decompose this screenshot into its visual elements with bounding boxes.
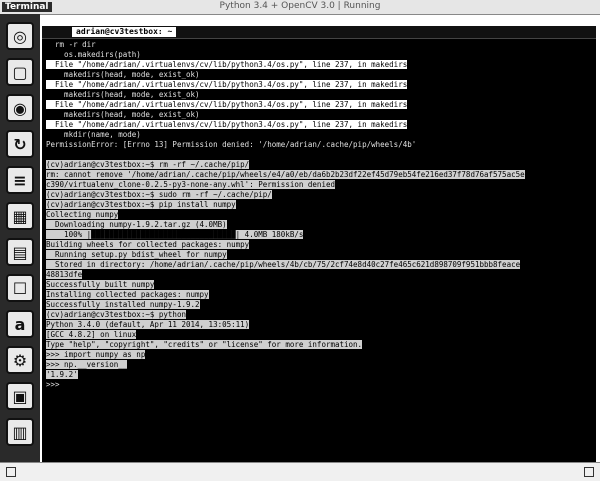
terminal-line: Installing collected packages: numpy [46,290,209,299]
terminal-line: 48813dfe [46,270,83,279]
terminal-line: Running setup.py bdist_wheel for numpy [46,250,227,259]
terminal-line: (cv)adrian@cv3testbox:~$ sudo rm -rf ~/.… [46,190,272,199]
terminal-line: Collecting numpy [46,210,119,219]
terminal-line: rm: cannot remove '/home/adrian/.cache/p… [46,170,525,179]
terminal-window[interactable]: adrian@cv3testbox: ~ rm -r dir os.makedi… [42,26,596,462]
window-title-bar: Python 3.4 + OpenCV 3.0 | Running [0,0,600,15]
terminal-line: Python 3.4.0 (default, Apr 11 2014, 13:0… [46,320,250,329]
launcher-sidebar: ◎ ▢ ◉ ↻ ≡ ▦ ▤ ☐ a ⚙ ▣ ▥ [0,14,40,462]
terminal-line: os.makedirs(path) [46,50,141,59]
terminal-line: Downloading numpy-1.9.2.tar.gz (4.0MB) [46,220,227,229]
terminal-line: c390/virtualenv_clone-0.2.5-py3-none-any… [46,180,335,189]
bag-icon[interactable]: ☐ [6,274,34,302]
bottom-left-button[interactable] [6,467,16,477]
terminal-line: (cv)adrian@cv3testbox:~$ python [46,310,186,319]
terminal-line: (cv)adrian@cv3testbox:~$ rm -rf ~/.cache… [46,160,250,169]
terminal-line: >>> [46,380,65,389]
browser-icon[interactable]: ◉ [6,94,34,122]
terminal-label: Terminal [2,2,52,12]
terminal-line: Type "help", "copyright", "credits" or "… [46,340,363,349]
terminal-icon[interactable]: ▣ [6,382,34,410]
terminal-line: makedirs(head, mode, exist_ok) [46,90,200,99]
folder-icon[interactable]: ▢ [6,58,34,86]
document-icon[interactable]: ≡ [6,166,34,194]
terminal-line: PermissionError: [Errno 13] Permission d… [46,140,417,149]
trash-icon[interactable]: ▥ [6,418,34,446]
terminal-line: Successfully installed numpy-1.9.2 [46,300,200,309]
terminal-line: >>> np.__version__ [46,360,128,369]
terminal-line: '1.9.2' [46,370,78,379]
bottom-bar [0,462,600,481]
terminal-line: File "/home/adrian/.virtualenvs/cv/lib/p… [46,100,408,109]
sync-icon[interactable]: ↻ [6,130,34,158]
terminal-line: Stored in directory: /home/adrian/.cache… [46,260,521,269]
terminal-line: makedirs(head, mode, exist_ok) [46,70,200,79]
terminal-line: Building wheels for collected packages: … [46,240,250,249]
tab-terminal[interactable]: adrian@cv3testbox: ~ [72,27,177,37]
terminal-output[interactable]: rm -r dir os.makedirs(path) File "/home/… [46,40,592,462]
spreadsheet-icon[interactable]: ▦ [6,202,34,230]
dash-icon[interactable]: ◎ [6,22,34,50]
terminal-line: [GCC 4.8.2] on linux [46,330,137,339]
window-title: Python 3.4 + OpenCV 3.0 | Running [219,1,381,11]
presentation-icon[interactable]: ▤ [6,238,34,266]
terminal-line: File "/home/adrian/.virtualenvs/cv/lib/p… [46,120,408,129]
settings-icon[interactable]: ⚙ [6,346,34,374]
terminal-line: >>> import numpy as np [46,350,146,359]
terminal-line: makedirs(head, mode, exist_ok) [46,110,200,119]
terminal-line: mkdir(name, mode) [46,130,141,139]
terminal-line: (cv)adrian@cv3testbox:~$ pip install num… [46,200,236,209]
terminal-line: File "/home/adrian/.virtualenvs/cv/lib/p… [46,80,408,89]
amazon-icon[interactable]: a [6,310,34,338]
terminal-line: 100% |████████████████████████████████| … [46,230,304,239]
terminal-line: File "/home/adrian/.virtualenvs/cv/lib/p… [46,60,408,69]
terminal-line: rm -r dir [46,40,96,49]
bottom-right-button[interactable] [584,467,594,477]
terminal-line: Successfully built numpy [46,280,155,289]
tab-strip: adrian@cv3testbox: ~ [42,26,596,39]
